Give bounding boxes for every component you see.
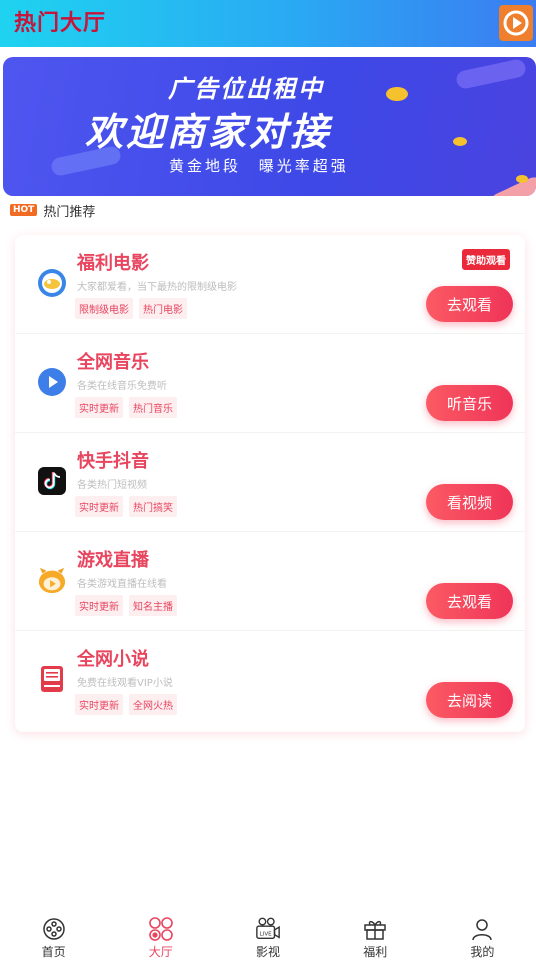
section-title: 热门推荐 (43, 204, 96, 220)
item-tag: 热门音乐 (129, 397, 177, 418)
item-tag: 全网火热 (129, 694, 177, 715)
item-title: 全网音乐 (77, 352, 149, 373)
listen-music-button[interactable]: 听音乐 (426, 385, 513, 421)
tab-label: 影视 (256, 945, 281, 959)
tab-welfare[interactable]: 福利 (322, 908, 429, 964)
svg-text:LIVE: LIVE (260, 932, 273, 938)
film-reel-icon (41, 916, 67, 942)
ad-banner[interactable]: 广告位出租中 欢迎商家对接 黄金地段 曝光率超强 (3, 57, 536, 196)
tiktok-icon (37, 466, 67, 496)
video-camera-icon: LIVE (255, 916, 281, 942)
watch-live-button[interactable]: 去观看 (426, 583, 513, 619)
hot-badge: HOT (10, 204, 38, 216)
banner-slogan: 欢迎商家对接 (85, 110, 332, 154)
list-item[interactable]: 全网小说 免费在线观看VIP小说 实时更新 全网火热 去阅读 (15, 631, 525, 730)
item-tag: 限制级电影 (75, 298, 133, 319)
item-tag: 实时更新 (75, 397, 123, 418)
app-logo-icon[interactable] (499, 5, 533, 41)
item-tag: 实时更新 (75, 595, 123, 616)
list-item[interactable]: 快手抖音 各类热门短视频 实时更新 热门搞笑 看视频 (15, 433, 525, 532)
bottom-tab-bar: 首页 大厅 LIVE 影视 福利 我的 (0, 908, 536, 964)
bowl-icon (37, 268, 67, 298)
item-title: 福利电影 (77, 253, 149, 274)
banner-decoration (454, 57, 528, 91)
tab-label: 首页 (41, 945, 66, 959)
list-item[interactable]: 全网音乐 各类在线音乐免费听 实时更新 热门音乐 听音乐 (15, 334, 525, 433)
item-description: 各类热门短视频 (77, 480, 147, 491)
tab-hall[interactable]: 大厅 (107, 908, 214, 964)
item-description: 各类游戏直播在线看 (77, 579, 167, 590)
page-title: 热门大厅 (14, 11, 107, 36)
tab-home[interactable]: 首页 (0, 908, 107, 964)
tab-label: 我的 (470, 945, 495, 959)
item-description: 大家都爱看，当下最热的限制级电影 (77, 282, 237, 293)
banner-decoration (485, 173, 536, 196)
item-tag: 实时更新 (75, 694, 123, 715)
tab-mine[interactable]: 我的 (429, 908, 536, 964)
watch-button[interactable]: 去观看 (426, 286, 513, 322)
item-tag: 知名主播 (129, 595, 177, 616)
tab-label: 大厅 (148, 945, 173, 959)
game-mascot-icon (37, 565, 67, 595)
item-title: 全网小说 (77, 649, 149, 670)
gift-icon (362, 916, 388, 942)
user-icon (469, 916, 495, 942)
item-tag: 实时更新 (75, 496, 123, 517)
sponsor-badge: 赞助观看 (462, 249, 510, 270)
tab-video[interactable]: LIVE 影视 (214, 908, 321, 964)
list-item[interactable]: 福利电影 大家都爱看，当下最热的限制级电影 限制级电影 热门电影 赞助观看 去观… (15, 235, 525, 334)
item-tag: 热门搞笑 (129, 496, 177, 517)
item-title: 游戏直播 (77, 550, 149, 571)
banner-subtitle: 黄金地段 曝光率超强 (169, 157, 349, 175)
item-tag: 热门电影 (139, 298, 187, 319)
section-header: HOT 热门推荐 (10, 201, 96, 220)
coin-icon (386, 87, 408, 101)
list-item[interactable]: 游戏直播 各类游戏直播在线看 实时更新 知名主播 去观看 (15, 532, 525, 631)
recommend-list: 福利电影 大家都爱看，当下最热的限制级电影 限制级电影 热门电影 赞助观看 去观… (15, 235, 525, 732)
item-description: 免费在线观看VIP小说 (77, 678, 173, 689)
read-novel-button[interactable]: 去阅读 (426, 682, 513, 718)
banner-headline: 广告位出租中 (168, 75, 324, 103)
coin-icon (516, 175, 528, 183)
item-description: 各类在线音乐免费听 (77, 381, 167, 392)
top-header: 热门大厅 (0, 0, 536, 47)
play-circle-icon (37, 367, 67, 397)
watch-video-button[interactable]: 看视频 (426, 484, 513, 520)
grid-icon (148, 916, 174, 942)
item-title: 快手抖音 (77, 451, 149, 472)
tab-label: 福利 (363, 945, 388, 959)
coin-icon (453, 137, 467, 146)
book-icon (37, 664, 67, 694)
